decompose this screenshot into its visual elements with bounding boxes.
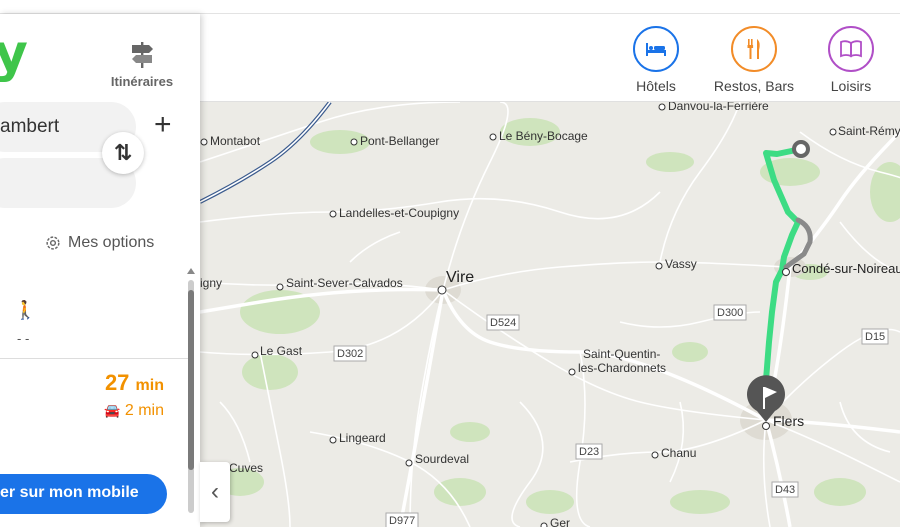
place-label: Condé-sur-Noireau (792, 261, 900, 276)
top-bar (0, 0, 900, 14)
swap-button[interactable]: ⇅ (102, 132, 144, 174)
place-label: les-Chardonnets (578, 361, 666, 375)
place-label: Ger (550, 516, 570, 527)
signpost-icon (132, 42, 153, 68)
road-label-d977: D977 (389, 515, 415, 527)
route-duration[interactable]: 27 min (100, 370, 164, 396)
route-sidebar: y Itinéraires ambert ⇅ + Mes options 🚶 -… (0, 14, 200, 527)
place-label: igny (200, 276, 222, 290)
itinerary-tab[interactable]: Itinéraires (104, 40, 180, 89)
poi-category-header: Hôtels Restos, Bars Loisirs (200, 14, 900, 102)
divider (0, 358, 188, 359)
place-label: Sourdeval (415, 452, 469, 466)
woodland-areas (216, 118, 900, 514)
place-label: Cuves (229, 461, 263, 475)
road-label-d302: D302 (337, 348, 363, 360)
options-button[interactable]: Mes options (44, 234, 154, 252)
category-leisure-button[interactable]: Loisirs (801, 26, 900, 94)
scrollbar-thumb[interactable] (188, 290, 194, 470)
place-label: Vassy (665, 257, 697, 271)
duration-value: 27 (104, 370, 130, 395)
walk-duration: - - (17, 331, 30, 346)
itinerary-label: Itinéraires (110, 74, 174, 89)
main-roads (200, 130, 900, 527)
place-label: Lingeard (339, 431, 386, 445)
collapse-sidebar-button[interactable]: ‹ (200, 462, 230, 522)
book-icon (828, 26, 874, 72)
category-hotels-button[interactable]: Hôtels (606, 26, 706, 94)
road-label-d524: D524 (490, 317, 516, 329)
car-detail-value: 2 min (124, 402, 164, 419)
road-label-d43: D43 (775, 484, 795, 496)
department-boundary (200, 102, 332, 204)
place-label: Flers (773, 413, 804, 429)
place-label: Le Bény-Bocage (499, 129, 588, 143)
route-start-marker[interactable] (792, 140, 810, 158)
bed-icon (633, 26, 679, 72)
category-label: Hôtels (636, 78, 676, 94)
road-label-d15: D15 (865, 331, 885, 343)
road-label-d300: D300 (717, 307, 743, 319)
gear-icon (46, 236, 60, 250)
place-label: Vire (446, 269, 474, 286)
category-label: Restos, Bars (713, 78, 795, 94)
place-label: Saint-Rémy (838, 124, 900, 138)
brand-logo[interactable]: y (0, 24, 28, 84)
walk-icon[interactable]: 🚶 (14, 300, 36, 321)
scroll-up-arrow[interactable] (187, 268, 195, 274)
place-label: Danvou-la-Ferrière (668, 102, 769, 113)
map-view[interactable]: D524 D300 D302 D15 D23 D43 D977 Danvou-l… (200, 102, 900, 527)
place-label: Le Gast (260, 344, 303, 358)
car-detail: 🚘 2 min (88, 402, 164, 420)
send-to-mobile-button[interactable]: er sur mon mobile (0, 474, 167, 514)
duration-unit: min (135, 377, 164, 394)
place-label: Saint-Sever-Calvados (286, 276, 403, 290)
place-label: Montabot (210, 134, 261, 148)
map-canvas[interactable]: D524 D300 D302 D15 D23 D43 D977 Danvou-l… (200, 102, 900, 527)
road-label-d23: D23 (579, 446, 599, 458)
place-label: Saint-Quentin- (583, 347, 660, 361)
add-step-button[interactable]: + (154, 110, 172, 140)
cutlery-icon (731, 26, 777, 72)
car-icon: 🚘 (104, 403, 121, 418)
place-label: Chanu (661, 446, 696, 460)
options-label: Mes options (68, 234, 155, 251)
category-restaurants-button[interactable]: Restos, Bars (704, 26, 804, 94)
place-label: Pont-Bellanger (360, 134, 439, 148)
category-label: Loisirs (830, 78, 872, 94)
place-label: Landelles-et-Coupigny (339, 206, 459, 220)
